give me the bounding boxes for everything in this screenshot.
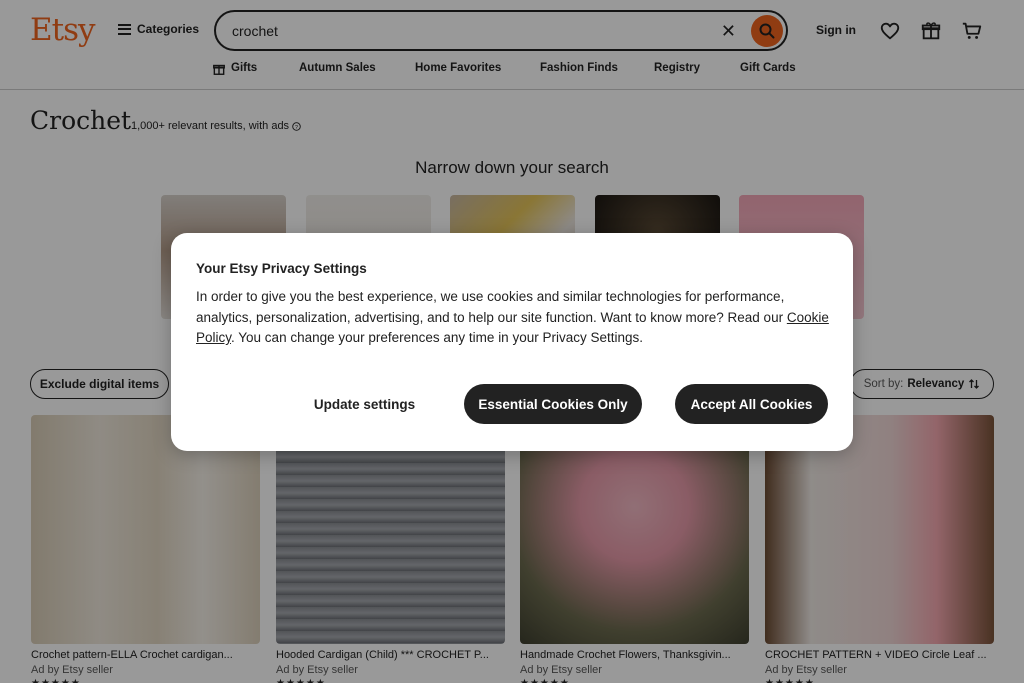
privacy-settings-dialog: Your Etsy Privacy Settings In order to g… [171,233,853,451]
dialog-body-text: In order to give you the best experience… [196,289,787,325]
dialog-body-text-end: . You can change your preferences any ti… [231,330,643,345]
update-settings-button[interactable]: Update settings [307,384,422,424]
essential-cookies-button[interactable]: Essential Cookies Only [464,384,642,424]
dialog-body: In order to give you the best experience… [196,287,836,349]
dialog-title: Your Etsy Privacy Settings [196,261,367,276]
accept-all-cookies-button[interactable]: Accept All Cookies [675,384,828,424]
